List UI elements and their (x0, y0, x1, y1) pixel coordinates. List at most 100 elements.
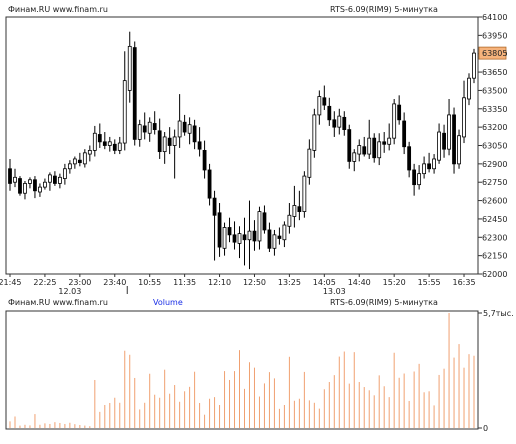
price-source-label: Финам.RU www.finam.ru (8, 5, 108, 14)
candle-body-up (162, 136, 167, 153)
candle-body-up (317, 96, 322, 116)
candle-body-up (377, 141, 382, 159)
candle-body-up (257, 211, 262, 242)
candle-body-up (28, 179, 32, 184)
price-y-tick-label: 62900 (482, 160, 507, 169)
candle-body-down (192, 125, 197, 143)
candle-body-down (102, 141, 107, 146)
candle-body-up (307, 148, 312, 178)
price-y-tick-label: 63350 (482, 105, 507, 114)
candle-body-up (147, 121, 152, 134)
candle-body-down (402, 120, 407, 148)
volume-zero-label: 0 (483, 424, 488, 433)
candle-body-up (222, 227, 227, 249)
candle-body-down (157, 130, 162, 153)
candle-body-down (207, 169, 212, 199)
candle-body-up (352, 152, 357, 162)
candle-body-down (8, 168, 12, 184)
candle-body-up (122, 80, 127, 144)
price-x-axis: 21:45 22:25 23:00 23:40 10:55 11:35 12:10 12:50… (0, 274, 476, 296)
candle-body-down (347, 129, 352, 162)
candle-body-up (457, 135, 461, 165)
last-price-marker: 63805 (478, 46, 507, 60)
volume-panel: Финам.RU www.finam.ru Volume RTS-6.09(RI… (5, 298, 514, 433)
price-x-tick-label: 11:35 (173, 278, 196, 287)
chart-root: Финам.RU www.finam.ru RTS-6.09(RIM9) 5-м… (0, 0, 516, 444)
candle-body-up (43, 181, 47, 188)
candle-body-down (442, 132, 446, 150)
candle-body-down (322, 97, 327, 106)
candle-body-down (97, 134, 102, 143)
price-y-tick-label: 62300 (482, 233, 507, 242)
candle-body-up (62, 168, 67, 179)
candle-body-up (292, 205, 297, 217)
price-y-tick-label: 62450 (482, 215, 507, 224)
candle-body-down (53, 175, 57, 184)
candle-body-up (137, 124, 142, 140)
price-y-tick-label: 63050 (482, 142, 507, 151)
candle-body-down (327, 105, 332, 121)
volume-title: Volume (153, 298, 183, 307)
price-x-tick-label: 16:35 (452, 278, 475, 287)
price-x-tick-label: 12:10 (208, 278, 231, 287)
price-x-tick-label: 12:50 (243, 278, 266, 287)
candle-body-down (452, 114, 456, 165)
candle-body-up (282, 224, 287, 241)
candle-body-down (182, 121, 187, 133)
candle-body-down (152, 123, 157, 130)
candle-body-up (312, 114, 317, 151)
candle-body-down (362, 146, 367, 155)
price-x-tick-label: 15:55 (418, 278, 441, 287)
price-y-tick-label: 63500 (482, 86, 507, 95)
volume-source-label: Финам.RU www.finam.ru (8, 298, 108, 307)
candle-body-up (247, 230, 252, 241)
candle-body-down (33, 179, 37, 192)
candle-body-up (472, 52, 476, 79)
volume-max-label: 5,7тыс. (483, 309, 514, 318)
candle-body-down (142, 125, 147, 133)
candle-body-up (387, 137, 392, 145)
candle-body-up (187, 124, 192, 134)
candle-body-down (18, 178, 22, 194)
candle-body-up (337, 115, 342, 128)
candle-body-down (372, 137, 377, 159)
price-x-tick-label: 13:25 (278, 278, 301, 287)
candlestick-chart: Финам.RU www.finam.ru RTS-6.09(RIM9) 5-м… (0, 5, 514, 433)
candle-body-down (332, 119, 337, 128)
volume-plot-frame (5, 310, 479, 430)
candle-body-down (217, 212, 222, 248)
volume-instrument-label: RTS-6.09(RIM9) 5-минутка (330, 298, 438, 307)
candle-body-up (357, 145, 362, 155)
price-x-tick-label: 22:25 (33, 278, 56, 287)
candle-body-up (82, 152, 87, 165)
candle-body-down (112, 143, 117, 151)
candle-body-up (48, 174, 52, 183)
candle-body-up (72, 158, 77, 165)
candle-body-down (132, 47, 137, 140)
candle-body-down (167, 137, 172, 146)
candle-body-down (252, 230, 257, 242)
price-plot-frame (5, 16, 479, 275)
candle-body-up (437, 131, 441, 161)
candle-body-up (127, 45, 132, 91)
candle-body-up (67, 163, 72, 170)
candle-body-up (432, 158, 436, 170)
candle-body-down (277, 235, 282, 239)
candle-body-up (107, 141, 112, 146)
candle-body-down (242, 234, 247, 241)
price-x-tick-label: 23:00 (68, 278, 91, 287)
candle-body-up (422, 163, 427, 175)
candle-body-down (232, 234, 237, 243)
price-x-tick-label: 15:20 (383, 278, 406, 287)
last-price-label: 63805 (482, 49, 507, 58)
candle-body-up (272, 234, 277, 249)
candle-body-up (417, 173, 422, 186)
candle-body-up (172, 136, 177, 146)
candle-body-up (87, 149, 92, 155)
candle-body-up (57, 176, 62, 184)
price-y-tick-label: 62000 (482, 270, 507, 279)
candle-body-down (197, 141, 202, 150)
price-y-tick-label: 62150 (482, 252, 507, 261)
candle-body-up (92, 132, 97, 151)
candle-body-up (367, 137, 372, 155)
